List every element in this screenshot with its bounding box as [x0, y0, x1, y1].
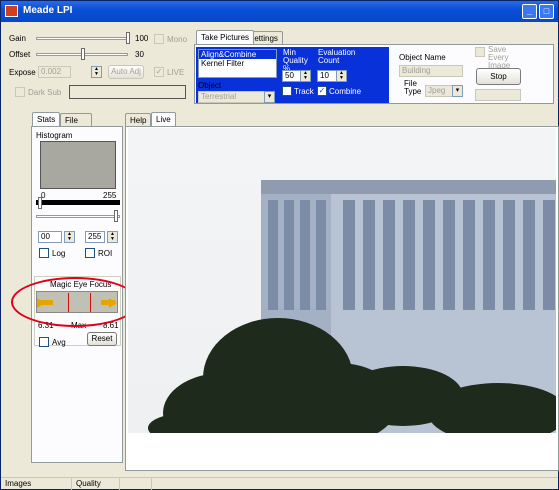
object-label: Object — [198, 81, 222, 90]
gain-label: Gain — [9, 34, 26, 43]
avg-label: Avg — [52, 338, 66, 347]
offset-value: 30 — [135, 50, 144, 59]
histogram-range-thumb[interactable] — [38, 197, 42, 209]
mode-item-kernel-filter[interactable]: Kernel Filter — [199, 59, 276, 68]
histogram-label: Histogram — [36, 131, 73, 140]
track-label: Track — [294, 87, 314, 96]
expose-input[interactable]: 0.002 — [38, 66, 71, 78]
low-value-input[interactable]: 00 — [38, 231, 62, 243]
gain-slider-thumb[interactable] — [126, 32, 130, 44]
tab-live[interactable]: Live — [151, 112, 176, 126]
annotation-circle — [11, 277, 139, 327]
mode-item-align-combine[interactable]: Align&Combine — [199, 50, 276, 59]
live-image-scene — [148, 180, 556, 433]
file-type-label: File Type — [404, 79, 422, 96]
gain-value: 100 — [135, 34, 149, 43]
offset-slider-thumb[interactable] — [81, 48, 85, 60]
track-checkbox[interactable] — [282, 86, 292, 96]
auto-adj-button[interactable]: Auto Adj — [108, 65, 144, 79]
progress-field — [475, 89, 521, 101]
roi-label: ROI — [98, 249, 113, 258]
contrast-slider-thumb[interactable] — [114, 210, 118, 222]
reset-button[interactable]: Reset — [87, 332, 117, 346]
save-every-image-label: Save Every Image — [488, 45, 511, 70]
tab-help[interactable]: Help — [125, 113, 152, 127]
mode-list[interactable]: Align&Combine Kernel Filter — [198, 49, 277, 78]
app-icon — [5, 5, 18, 17]
live-checkbox[interactable]: ✓ — [154, 67, 164, 77]
mono-checkbox[interactable] — [154, 34, 164, 44]
expose-label: Expose — [9, 68, 36, 77]
app-window: Meade LPI _ □ Gain 100 Mono Offset 30 Ex… — [0, 0, 559, 490]
window-title: Meade LPI — [23, 5, 73, 16]
status-images: Images — [5, 479, 32, 488]
roi-checkbox[interactable] — [85, 248, 95, 258]
high-value-spinner[interactable]: ▲ ▼ — [107, 231, 118, 243]
combine-checkbox[interactable]: ✓ — [317, 86, 327, 96]
high-value-input[interactable]: 255 — [85, 231, 105, 243]
offset-label: Offset — [9, 50, 31, 59]
building-roofline — [261, 180, 556, 194]
object-dropdown-icon[interactable]: ▾ — [264, 91, 275, 103]
log-label: Log — [52, 249, 66, 258]
evaluation-count-label: Evaluation Count — [318, 48, 356, 65]
object-name-label: Object Name — [399, 53, 446, 62]
dark-sub-field — [69, 85, 186, 99]
maximize-icon[interactable]: □ — [539, 4, 554, 19]
live-label: LIVE — [167, 68, 185, 77]
status-divider-2 — [119, 478, 120, 490]
evaluation-count-spinner[interactable]: ▲ ▼ — [336, 70, 347, 82]
tab-stats[interactable]: Stats — [32, 112, 61, 126]
histogram-plot — [40, 141, 116, 189]
status-divider-3 — [151, 478, 152, 490]
stop-button[interactable]: Stop — [476, 68, 521, 85]
contrast-slider[interactable] — [36, 215, 120, 218]
object-select[interactable]: Terrestrial — [198, 91, 274, 103]
status-quality: Quality — [76, 479, 101, 488]
status-divider — [71, 478, 72, 490]
histogram-range-slider[interactable] — [36, 200, 120, 205]
gain-slider[interactable] — [36, 37, 128, 40]
file-type-dropdown-icon[interactable]: ▾ — [452, 85, 463, 97]
tab-file[interactable]: File — [60, 113, 92, 127]
save-every-image-checkbox[interactable] — [475, 47, 485, 57]
minimize-icon[interactable]: _ — [522, 4, 537, 19]
live-image — [128, 128, 556, 433]
title-bar: Meade LPI _ □ — [1, 1, 558, 22]
mono-label: Mono — [167, 35, 188, 44]
object-name-input[interactable]: Building — [399, 65, 463, 77]
expose-spinner[interactable]: ▲ ▼ — [91, 66, 102, 78]
dark-sub-checkbox[interactable] — [15, 87, 25, 97]
dark-sub-label: Dark Sub — [28, 88, 62, 97]
combine-label: Combine — [329, 87, 362, 96]
avg-checkbox[interactable] — [39, 337, 49, 347]
tab-take-pictures[interactable]: Take Pictures — [196, 30, 255, 44]
low-value-spinner[interactable]: ▲ ▼ — [64, 231, 75, 243]
min-quality-spinner[interactable]: ▲ ▼ — [300, 70, 311, 82]
log-checkbox[interactable] — [39, 248, 49, 258]
histogram-max: 255 — [103, 191, 117, 200]
